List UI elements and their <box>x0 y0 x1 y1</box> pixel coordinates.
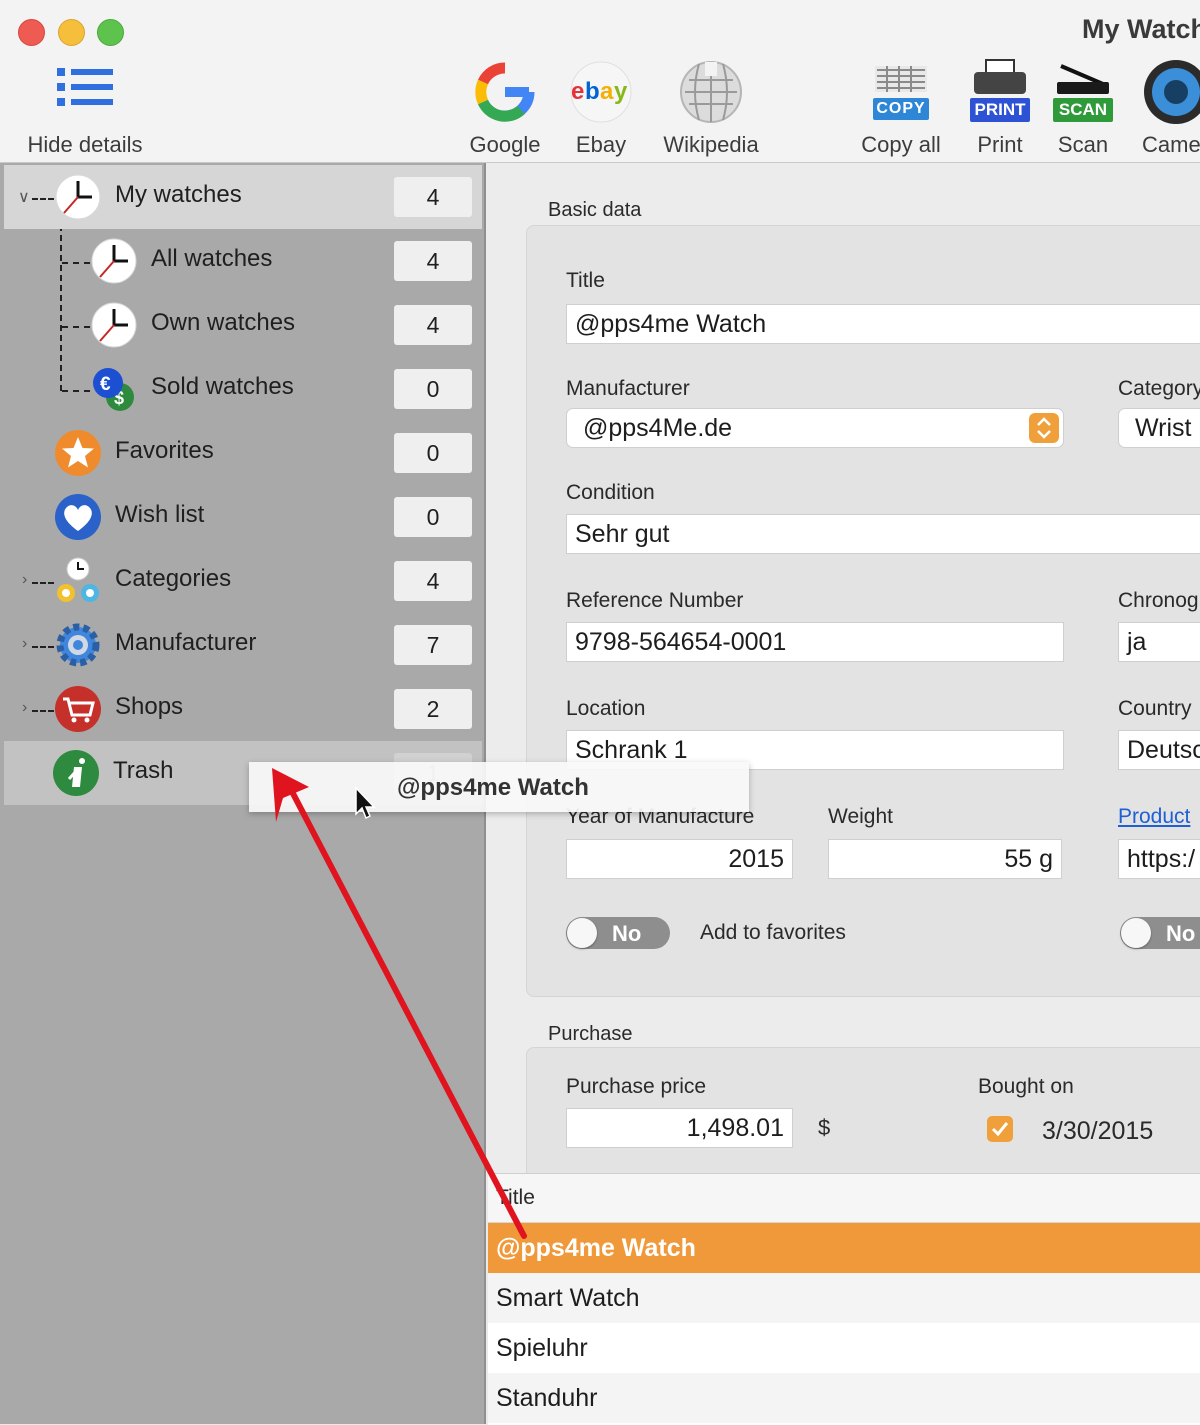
weight-field[interactable]: 55 g <box>828 839 1062 879</box>
currency-label: $ <box>818 1115 831 1140</box>
copy-all-button[interactable]: COPY Copy all <box>855 56 947 158</box>
scanner-icon: SCAN <box>1047 56 1119 128</box>
purchase-price-field[interactable]: 1,498.01 <box>566 1108 793 1148</box>
title-field[interactable]: @pps4me Watch <box>566 304 1200 344</box>
count-badge: 4 <box>394 305 472 345</box>
bought-on-date[interactable]: 3/30/2015 <box>1042 1117 1153 1146</box>
count-badge: 7 <box>394 625 472 665</box>
print-button[interactable]: PRINT Print <box>964 56 1036 158</box>
bought-on-checkbox[interactable] <box>987 1116 1013 1142</box>
minimize-window-button[interactable] <box>58 19 85 46</box>
euro-dollar-icon: $ € <box>93 368 134 411</box>
count-badge: 4 <box>394 561 472 601</box>
gear-icon <box>56 623 100 667</box>
list-item[interactable]: Smart Watch <box>488 1273 1200 1323</box>
watch-list: Title @pps4me Watch Smart Watch Spieluhr… <box>488 1173 1200 1425</box>
sidebar-item-favorites[interactable]: Favorites 0 <box>4 421 482 485</box>
chevron-right-icon[interactable]: › <box>22 699 27 717</box>
close-window-button[interactable] <box>18 19 45 46</box>
drag-preview: @pps4me Watch <box>249 762 749 812</box>
sidebar-item-manufacturer[interactable]: › Manufacturer 7 <box>4 613 482 677</box>
chevron-right-icon[interactable]: › <box>22 571 27 589</box>
sidebar-item-shops[interactable]: › Shops 2 <box>4 677 482 741</box>
section-title-basic: Basic data <box>548 199 642 221</box>
manufacturer-popup[interactable]: @pps4Me.de <box>566 408 1064 448</box>
sidebar-item-categories[interactable]: › Categories 4 <box>4 549 482 613</box>
sidebar-item-own-watches[interactable]: Own watches 4 <box>4 293 482 357</box>
product-link[interactable]: Product <box>1118 805 1190 829</box>
list-icon <box>49 56 121 128</box>
google-button[interactable]: Google <box>462 56 548 158</box>
hide-details-button[interactable]: Hide details <box>20 56 150 158</box>
count-badge: 0 <box>394 369 472 409</box>
toolbar: My Watches Hide details Google <box>0 0 1200 163</box>
sidebar-item-all-watches[interactable]: All watches 4 <box>4 229 482 293</box>
category-popup[interactable]: Wrist <box>1118 408 1200 448</box>
list-item[interactable]: Standuhr <box>488 1373 1200 1423</box>
svg-text:€: € <box>100 374 111 395</box>
column-header-title[interactable]: Title <box>488 1174 1200 1223</box>
reference-number-field[interactable]: 9798-564654-0001 <box>566 622 1064 662</box>
camera-button[interactable]: Camera <box>1140 56 1200 158</box>
section-title-purchase: Purchase <box>548 1023 633 1045</box>
zoom-window-button[interactable] <box>97 19 124 46</box>
detail-pane: Basic data Title @pps4me Watch Manufactu… <box>486 163 1200 1249</box>
google-icon <box>469 56 541 128</box>
copy-icon: COPY <box>865 56 937 128</box>
scan-button[interactable]: SCAN Scan <box>1047 56 1119 158</box>
clock-icon <box>91 302 137 348</box>
sidebar-item-wish-list[interactable]: Wish list 0 <box>4 485 482 549</box>
sidebar-item-my-watches[interactable]: ∨ My watches 4 <box>4 165 482 229</box>
heart-icon <box>55 494 101 540</box>
sidebar-item-sold-watches[interactable]: $ € Sold watches 0 <box>4 357 482 421</box>
camera-lens-icon <box>1140 56 1200 128</box>
favorites-toggle[interactable]: No <box>566 917 670 949</box>
checkmark-icon <box>991 1122 1009 1137</box>
svg-text:y: y <box>614 78 628 105</box>
mouse-pointer-icon <box>355 786 376 820</box>
count-badge: 0 <box>394 497 472 537</box>
condition-field[interactable]: Sehr gut <box>566 514 1200 554</box>
list-item[interactable]: Spieluhr <box>488 1323 1200 1373</box>
ebay-icon: e b a y <box>565 56 637 128</box>
printer-icon: PRINT <box>964 56 1036 128</box>
count-badge: 4 <box>394 177 472 217</box>
clock-icon <box>55 174 101 220</box>
star-icon <box>55 430 101 476</box>
svg-text:b: b <box>585 78 600 105</box>
wikipedia-button[interactable]: Wikipedia <box>656 56 766 158</box>
list-item[interactable]: @pps4me Watch <box>488 1223 1200 1273</box>
wikipedia-globe-icon <box>675 56 747 128</box>
secondary-toggle[interactable]: No <box>1120 917 1200 949</box>
country-field[interactable]: Deutsc <box>1118 730 1200 770</box>
year-field[interactable]: 2015 <box>566 839 793 879</box>
cart-icon <box>55 686 101 732</box>
count-badge: 0 <box>394 433 472 473</box>
trash-icon <box>53 750 99 796</box>
svg-text:e: e <box>571 78 584 105</box>
chevron-updown-icon[interactable] <box>1029 413 1059 443</box>
clock-icon <box>91 238 137 284</box>
chevron-right-icon[interactable]: › <box>22 635 27 653</box>
chevron-down-icon[interactable]: ∨ <box>18 187 30 207</box>
chronograph-field[interactable]: ja <box>1118 622 1200 662</box>
count-badge: 4 <box>394 241 472 281</box>
window-title: My Watches <box>1082 14 1200 44</box>
product-url-field[interactable]: https:/ <box>1118 839 1200 879</box>
count-badge: 2 <box>394 689 472 729</box>
svg-text:a: a <box>600 78 614 105</box>
ebay-button[interactable]: e b a y Ebay <box>565 56 637 158</box>
categories-icon <box>57 557 99 602</box>
